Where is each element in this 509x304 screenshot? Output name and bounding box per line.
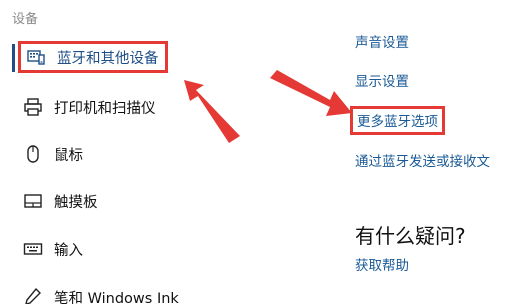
sidebar-item-label: 笔和 Windows Ink bbox=[54, 290, 179, 304]
link-sound-settings[interactable]: 声音设置 bbox=[355, 31, 409, 51]
sidebar-item-bluetooth[interactable]: 蓝牙和其他设备 bbox=[18, 41, 168, 73]
arrow-to-bluetooth-link bbox=[270, 70, 352, 116]
sidebar-item-label: 蓝牙和其他设备 bbox=[57, 50, 159, 67]
sidebar-item-label: 打印机和扫描仪 bbox=[54, 100, 156, 117]
sidebar-item-touchpad[interactable]: 触摸板 bbox=[22, 186, 98, 216]
pen-icon bbox=[22, 286, 44, 304]
printer-icon bbox=[22, 96, 44, 118]
link-display-settings[interactable]: 显示设置 bbox=[355, 70, 409, 90]
sidebar-item-printers[interactable]: 打印机和扫描仪 bbox=[22, 92, 156, 122]
sidebar-item-label: 鼠标 bbox=[54, 147, 83, 164]
settings-page: 设备 蓝牙和其他设备 打印机和扫描仪 鼠标 触摸板 输入 笔和 Windows … bbox=[0, 0, 509, 304]
active-indicator bbox=[12, 44, 15, 72]
touchpad-icon bbox=[22, 190, 44, 212]
link-send-receive-bluetooth[interactable]: 通过蓝牙发送或接收文 bbox=[355, 150, 490, 170]
keyboard-icon bbox=[22, 238, 44, 260]
sidebar-item-label: 输入 bbox=[54, 242, 83, 259]
arrow-to-sidebar-item bbox=[184, 80, 240, 143]
link-more-bluetooth-options[interactable]: 更多蓝牙选项 bbox=[350, 106, 445, 135]
sidebar-item-mouse[interactable]: 鼠标 bbox=[22, 139, 83, 169]
section-title: 设备 bbox=[12, 12, 39, 27]
sidebar-item-label: 触摸板 bbox=[54, 194, 98, 211]
sidebar-item-pen[interactable]: 笔和 Windows Ink bbox=[22, 282, 179, 304]
sidebar-item-typing[interactable]: 输入 bbox=[22, 234, 83, 264]
help-heading: 有什么疑问? bbox=[355, 224, 466, 248]
link-get-help[interactable]: 获取帮助 bbox=[355, 254, 409, 274]
mouse-icon bbox=[22, 143, 44, 165]
bluetooth-devices-icon bbox=[25, 46, 47, 68]
